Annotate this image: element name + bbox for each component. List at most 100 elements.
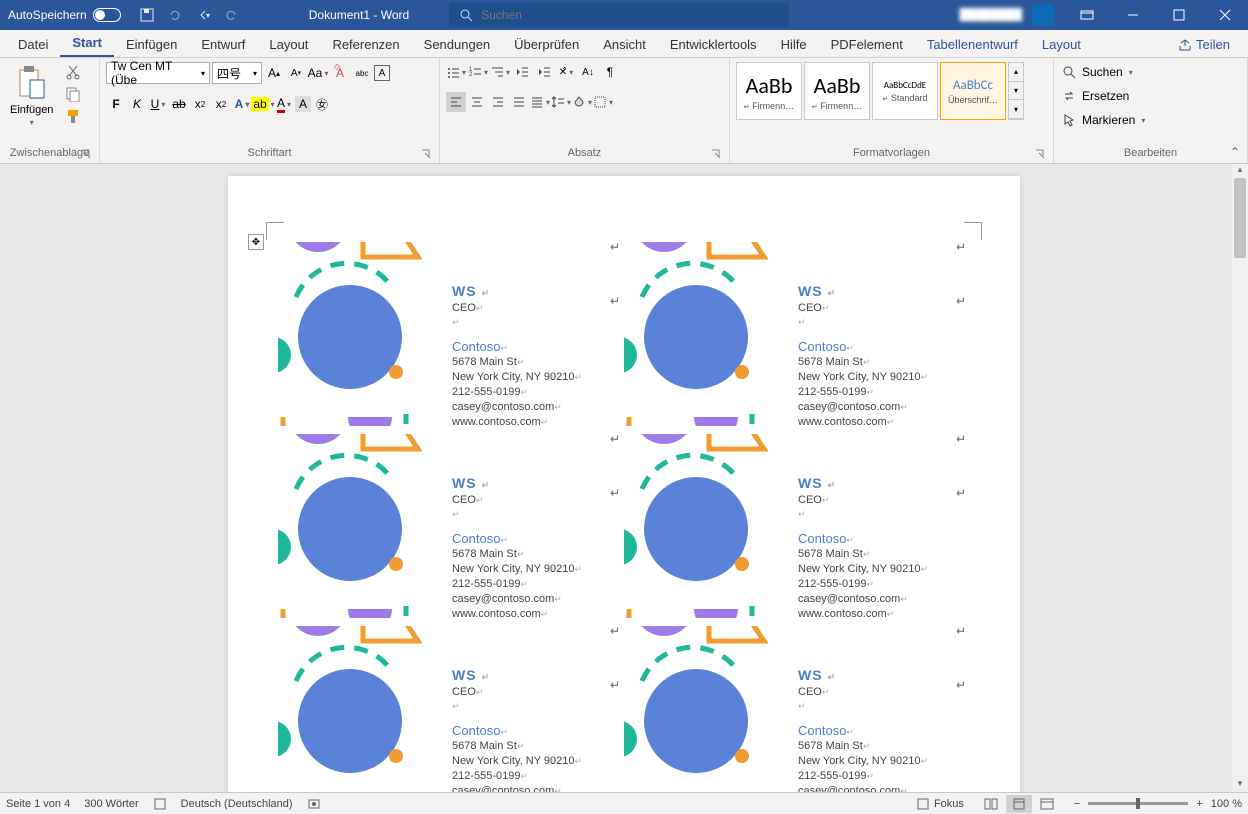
font-family-combo[interactable]: Tw Cen MT (Übe▾ — [106, 62, 210, 84]
underline-icon[interactable]: U — [148, 94, 168, 114]
style-item-1[interactable]: AaBb↵ Firmenn… — [736, 62, 802, 120]
collapse-ribbon-icon[interactable]: ⌃ — [1230, 145, 1240, 159]
focus-button[interactable]: Fokus — [916, 797, 964, 811]
enclose-char-icon[interactable]: ㊛ — [312, 94, 332, 114]
align-left-icon[interactable] — [446, 92, 466, 112]
tab-einfuegen[interactable]: Einfügen — [114, 32, 189, 57]
gallery-more[interactable]: ▴▾▾ — [1008, 62, 1024, 120]
minimize-button[interactable] — [1110, 0, 1156, 30]
numbering-icon[interactable]: 12 — [468, 62, 488, 82]
highlight-icon[interactable]: ab — [253, 94, 273, 114]
style-item-3[interactable]: AaBbCcDdE↵ Standard — [872, 62, 938, 120]
align-right-icon[interactable] — [488, 92, 508, 112]
zoom-out-button[interactable]: − — [1074, 798, 1080, 810]
tab-layout-2[interactable]: Layout — [1030, 32, 1093, 57]
text-effects-icon[interactable]: A — [232, 94, 252, 114]
copy-icon[interactable] — [65, 86, 81, 102]
redo-icon[interactable]: ▾ — [195, 7, 211, 23]
shading-icon[interactable] — [572, 92, 592, 112]
borders-icon[interactable] — [593, 92, 613, 112]
tab-start[interactable]: Start — [60, 30, 114, 57]
user-area[interactable]: ████████ — [960, 4, 1064, 26]
justify-icon[interactable] — [509, 92, 529, 112]
share-button[interactable]: Teilen — [1166, 32, 1242, 57]
autosave-toggle[interactable]: AutoSpeichern — [0, 8, 129, 22]
tab-datei[interactable]: Datei — [6, 32, 60, 57]
scroll-up-icon[interactable]: ▴ — [1232, 164, 1248, 178]
increase-indent-icon[interactable] — [534, 62, 554, 82]
phonetic-guide-icon[interactable]: abc — [352, 63, 372, 83]
zoom-level[interactable]: 100 % — [1211, 798, 1242, 810]
change-case-icon[interactable]: Aa — [308, 63, 328, 83]
undo-icon[interactable] — [167, 7, 183, 23]
dialog-launcher-icon[interactable] — [81, 149, 91, 159]
maximize-button[interactable] — [1156, 0, 1202, 30]
font-size-combo[interactable]: 四号▾ — [212, 62, 262, 84]
replace-button[interactable]: Ersetzen — [1060, 86, 1241, 106]
style-item-2[interactable]: AaBb↵ Firmenn… — [804, 62, 870, 120]
tab-ueberpruefen[interactable]: Überprüfen — [502, 32, 591, 57]
line-spacing-icon[interactable] — [551, 92, 571, 112]
read-mode-icon[interactable] — [978, 795, 1004, 813]
find-button[interactable]: Suchen ▾ — [1060, 62, 1241, 82]
web-layout-icon[interactable] — [1034, 795, 1060, 813]
spellcheck-icon[interactable] — [153, 797, 167, 811]
paste-button[interactable]: Einfügen ▾ — [6, 62, 57, 129]
page-indicator[interactable]: Seite 1 von 4 — [6, 798, 70, 810]
scroll-thumb[interactable] — [1234, 178, 1246, 258]
dialog-launcher-icon[interactable] — [1035, 149, 1045, 159]
tab-tabellenentwurf[interactable]: Tabellenentwurf — [915, 32, 1030, 57]
select-button[interactable]: Markieren ▾ — [1060, 110, 1241, 130]
superscript-icon[interactable]: x2 — [211, 94, 231, 114]
tab-sendungen[interactable]: Sendungen — [412, 32, 503, 57]
bold-icon[interactable]: F — [106, 94, 126, 114]
print-layout-icon[interactable] — [1006, 795, 1032, 813]
tab-ansicht[interactable]: Ansicht — [591, 32, 658, 57]
save-icon[interactable] — [139, 7, 155, 23]
scroll-down-icon[interactable]: ▾ — [1232, 778, 1248, 792]
clear-format-icon[interactable]: A◇ — [330, 63, 350, 83]
font-color-icon[interactable]: A — [274, 94, 294, 114]
toggle-switch[interactable] — [93, 8, 121, 22]
zoom-slider[interactable] — [1088, 802, 1188, 805]
tab-layout[interactable]: Layout — [257, 32, 320, 57]
shrink-font-icon[interactable]: A▾ — [286, 63, 306, 83]
align-center-icon[interactable] — [467, 92, 487, 112]
character-shading-icon[interactable]: A — [295, 96, 311, 112]
tab-entwurf[interactable]: Entwurf — [189, 32, 257, 57]
character-border-icon[interactable]: A — [374, 65, 390, 81]
repeat-icon[interactable] — [223, 7, 239, 23]
dialog-launcher-icon[interactable] — [711, 149, 721, 159]
macro-icon[interactable] — [307, 797, 321, 811]
search-input[interactable] — [481, 8, 779, 22]
tab-referenzen[interactable]: Referenzen — [320, 32, 411, 57]
ribbon-display-icon[interactable] — [1064, 0, 1110, 30]
format-painter-icon[interactable] — [65, 108, 81, 124]
tab-hilfe[interactable]: Hilfe — [769, 32, 819, 57]
language-indicator[interactable]: Deutsch (Deutschland) — [181, 798, 293, 810]
dialog-launcher-icon[interactable] — [421, 149, 431, 159]
cut-icon[interactable] — [65, 64, 81, 80]
sort-icon[interactable]: A↓ — [578, 62, 598, 82]
italic-icon[interactable]: K — [127, 94, 147, 114]
multilevel-icon[interactable] — [490, 62, 510, 82]
document-area[interactable]: ✥ ↵ WS ↵ CEO↵ ↵ Contoso↵ 5678 Main St↵ N… — [0, 164, 1248, 792]
table-move-handle[interactable]: ✥ — [248, 234, 264, 250]
asian-layout-icon[interactable]: ✕̂ — [556, 62, 576, 82]
zoom-in-button[interactable]: + — [1196, 798, 1202, 810]
avatar[interactable] — [1032, 4, 1054, 26]
tab-entwicklertools[interactable]: Entwicklertools — [658, 32, 769, 57]
distributed-icon[interactable] — [530, 92, 550, 112]
show-marks-icon[interactable]: ¶ — [600, 62, 620, 82]
close-button[interactable] — [1202, 0, 1248, 30]
vertical-scrollbar[interactable]: ▴ ▾ — [1232, 164, 1248, 792]
bullets-icon[interactable] — [446, 62, 466, 82]
search-box[interactable] — [449, 3, 789, 27]
word-count[interactable]: 300 Wörter — [84, 798, 138, 810]
grow-font-icon[interactable]: A▴ — [264, 63, 284, 83]
decrease-indent-icon[interactable] — [512, 62, 532, 82]
tab-pdfelement[interactable]: PDFelement — [819, 32, 915, 57]
subscript-icon[interactable]: x2 — [190, 94, 210, 114]
strikethrough-icon[interactable]: ab — [169, 94, 189, 114]
style-item-4[interactable]: AaBbCcÜberschrif… — [940, 62, 1006, 120]
